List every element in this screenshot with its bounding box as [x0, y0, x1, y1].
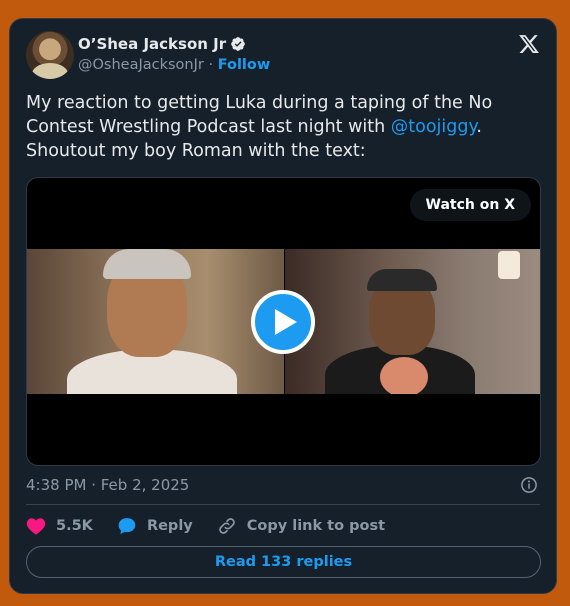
copy-link-label: Copy link to post	[246, 518, 386, 534]
play-icon	[275, 309, 297, 335]
mention-link[interactable]: @toojiggy	[391, 117, 477, 137]
link-icon	[218, 518, 235, 534]
action-bar: 5.5K Reply Copy link to post	[26, 516, 409, 536]
like-button[interactable]: 5.5K	[26, 517, 93, 535]
separator: ·	[208, 57, 214, 73]
divider	[26, 504, 540, 505]
handle-row: @OsheaJacksonJr · Follow	[78, 57, 270, 73]
reply-button[interactable]: Reply	[117, 516, 193, 536]
author-name[interactable]: O’Shea Jackson Jr	[78, 35, 226, 53]
info-icon[interactable]	[520, 476, 538, 494]
x-logo-icon[interactable]	[518, 33, 540, 55]
play-button[interactable]	[251, 290, 315, 354]
avatar[interactable]	[26, 31, 74, 79]
reply-icon	[118, 518, 136, 535]
timestamp[interactable]: 4:38 PM · Feb 2, 2025	[26, 476, 189, 494]
copy-link-button[interactable]: Copy link to post	[217, 516, 385, 536]
tweet-card: O’Shea Jackson Jr @OsheaJacksonJr · Foll…	[9, 18, 557, 594]
read-replies-button[interactable]: Read 133 replies	[26, 546, 541, 578]
follow-button[interactable]: Follow	[218, 57, 271, 73]
author-name-row[interactable]: O’Shea Jackson Jr	[78, 35, 246, 53]
video-frame-left	[27, 249, 284, 394]
tweet-text: My reaction to getting Luka during a tap…	[26, 91, 546, 163]
video-player[interactable]: Watch on X	[26, 177, 541, 466]
verified-icon	[231, 37, 245, 51]
like-count: 5.5K	[56, 518, 93, 534]
heart-icon	[26, 518, 46, 535]
reply-label: Reply	[146, 518, 193, 534]
watch-on-x-button[interactable]: Watch on X	[409, 189, 531, 221]
author-handle[interactable]: @OsheaJacksonJr	[78, 57, 204, 73]
video-frame-right	[285, 249, 540, 394]
